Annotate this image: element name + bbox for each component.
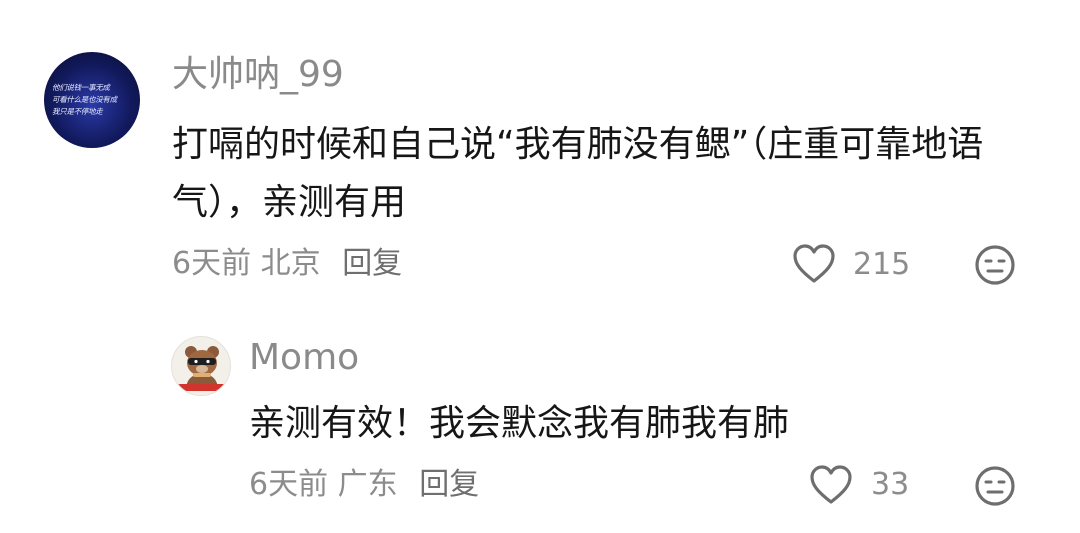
comment-text: 亲测有效！我会默念我有肺我有肺 (249, 403, 790, 444)
heart-icon[interactable] (810, 465, 852, 505)
reply-button[interactable]: 回复 (419, 470, 479, 500)
dislike-face-icon[interactable] (974, 244, 1016, 286)
heart-icon[interactable] (793, 244, 835, 284)
comment-meta: 6天前 北京 回复 (172, 249, 402, 279)
dislike-face-icon[interactable] (974, 465, 1016, 507)
avatar-text-line: 我只是不停地走 (52, 107, 103, 116)
avatar-text-line: 可看什么是也没有成 (52, 95, 117, 104)
comment-time: 6天前 (249, 467, 329, 502)
avatar[interactable]: 他们说钱一事无成 可看什么是也没有成 我只是不停地走 (44, 52, 140, 148)
comment-meta: 6天前 广东 回复 (249, 470, 479, 500)
like-count: 33 (871, 467, 910, 502)
like-count: 215 (853, 247, 911, 282)
reply-button[interactable]: 回复 (342, 249, 402, 279)
comment-text: 打嗝的时候和自己说“我有肺没有鳃”（庄重可靠地语气），亲测有用 (172, 124, 984, 223)
comment-location: 广东 (337, 467, 398, 502)
comment-time: 6天前 (172, 246, 252, 281)
username[interactable]: Momo (249, 340, 359, 376)
comment-location: 北京 (260, 246, 321, 281)
avatar[interactable] (171, 336, 231, 396)
bear-avatar-icon (178, 346, 226, 391)
avatar-text-line: 他们说钱一事无成 (52, 83, 110, 92)
username[interactable]: 大帅呐_99 (172, 57, 344, 93)
